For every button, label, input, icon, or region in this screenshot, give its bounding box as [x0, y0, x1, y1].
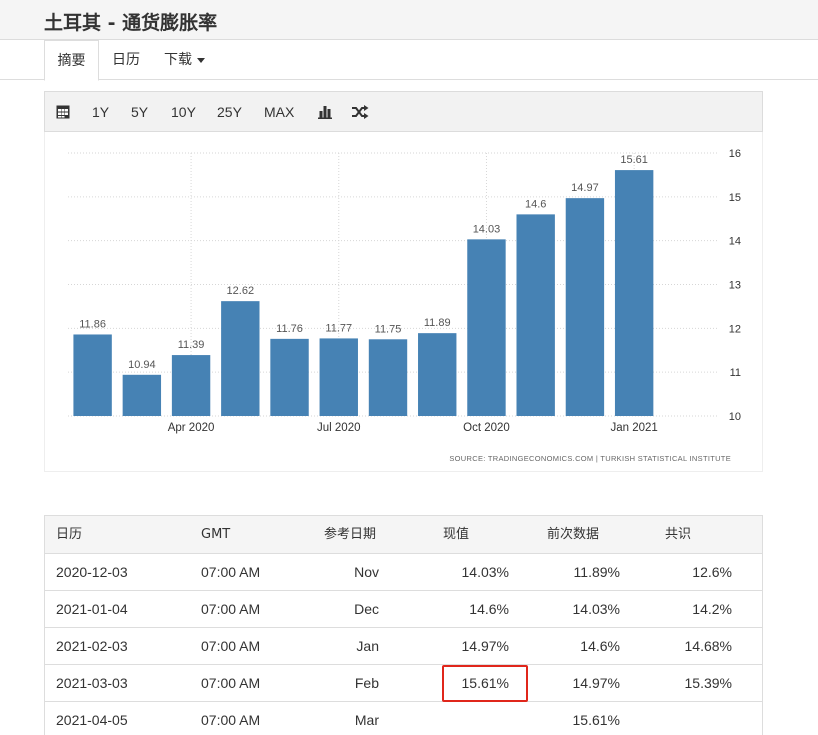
table-row: 2021-01-04 07:00 AM Dec 14.6% 14.03% 14.… [45, 591, 762, 628]
bar [270, 338, 309, 416]
cell-reference: Dec [354, 601, 379, 617]
tab-calendar[interactable]: 日历 [112, 40, 140, 80]
x-tick-label: Jul 2020 [317, 422, 360, 434]
cell-gmt: 07:00 AM [201, 564, 261, 580]
bar [319, 338, 358, 416]
bar [614, 170, 654, 416]
header-gmt[interactable]: GMT [201, 516, 230, 553]
y-tick-label: 12 [729, 323, 741, 335]
bar-value-label: 11.76 [276, 323, 303, 335]
cell-consensus: 15.39% [684, 675, 732, 691]
bar-value-label: 14.6 [525, 198, 546, 210]
table-row: 2021-02-03 07:00 AM Jan 14.97% 14.6% 14.… [45, 628, 762, 665]
header-actual[interactable]: 现值 [443, 516, 469, 553]
tab-summary[interactable]: 摘要 [44, 40, 99, 81]
bar [73, 334, 112, 416]
bar [171, 355, 211, 416]
y-tick-label: 11 [730, 367, 741, 379]
cell-consensus: 14.68% [684, 638, 732, 654]
x-tick-label: Apr 2020 [168, 422, 215, 434]
shuffle-icon[interactable] [352, 105, 369, 119]
chart-area: 10 11 12 13 14 15 16 Apr 2020 Jul 2020 Oct 2020 Ja… [44, 132, 763, 472]
bar-value-label: 11.89 [424, 317, 451, 329]
bar-value-label: 15.61 [620, 154, 648, 166]
cell-previous: 14.03% [572, 601, 620, 617]
range-1y-button[interactable]: 1Y [92, 92, 109, 132]
bar [368, 339, 408, 416]
y-tick-label: 10 [729, 411, 741, 423]
cell-date: 2020-12-03 [56, 564, 128, 580]
header-previous[interactable]: 前次数据 [547, 516, 599, 553]
y-tick-label: 13 [729, 280, 741, 292]
cell-date: 2021-01-04 [56, 601, 128, 617]
header-bar: 土耳其 - 通货膨胀率 [0, 0, 818, 40]
cell-actual: 14.03% [461, 564, 509, 580]
chart-source: SOURCE: TRADINGECONOMICS.COM | TURKISH S… [449, 454, 731, 463]
cell-previous: 14.97% [572, 675, 620, 691]
bar-value-label: 11.39 [178, 339, 205, 351]
bar [122, 374, 162, 416]
bar-value-label: 11.75 [375, 323, 402, 335]
bar-value-label: 10.94 [128, 359, 156, 371]
chart-toolbar: 1Y 5Y 10Y 25Y MAX [44, 91, 763, 132]
table-row: 2021-04-05 07:00 AM Mar 15.61% [45, 702, 762, 735]
cell-reference: Feb [354, 675, 379, 691]
bar-value-label: 14.03 [473, 223, 501, 235]
cell-actual: 15.61% [461, 675, 509, 691]
cell-previous: 11.89% [573, 564, 620, 580]
bar-value-label: 11.77 [325, 322, 352, 334]
cell-consensus: 14.2% [692, 601, 732, 617]
header-consensus[interactable]: 共识 [665, 516, 691, 553]
bar-chart-icon[interactable] [318, 105, 332, 119]
cell-gmt: 07:00 AM [201, 601, 261, 617]
bar-value-label: 11.86 [79, 318, 106, 330]
range-10y-button[interactable]: 10Y [171, 92, 196, 132]
cell-date: 2021-04-05 [56, 712, 128, 728]
y-tick-label: 14 [729, 236, 741, 248]
cell-date: 2021-03-03 [56, 675, 128, 691]
y-tick-label: 15 [729, 192, 741, 204]
range-max-button[interactable]: MAX [264, 92, 294, 132]
bar [418, 333, 457, 416]
cell-actual: 14.97% [461, 638, 509, 654]
x-tick-label: Jan 2021 [610, 422, 657, 434]
table-row: 2021-03-03 07:00 AM Feb 15.61% 14.97% 15… [45, 665, 762, 702]
cell-previous: 15.61% [572, 712, 620, 728]
x-tick-label: Oct 2020 [463, 422, 510, 434]
cell-gmt: 07:00 AM [201, 675, 261, 691]
cell-reference: Nov [354, 564, 379, 580]
tab-download-label: 下载 [164, 52, 192, 68]
inflation-bar-chart: 10 11 12 13 14 15 16 Apr 2020 Jul 2020 Oct 2020 Ja… [68, 148, 741, 463]
tab-bar: 摘要 日历 下载 [0, 40, 818, 81]
y-tick-label: 16 [729, 148, 741, 160]
cell-consensus: 12.6% [692, 564, 732, 580]
bar [467, 239, 506, 416]
cell-gmt: 07:00 AM [201, 638, 261, 654]
cell-gmt: 07:00 AM [201, 712, 261, 728]
cell-actual: 14.6% [469, 601, 509, 617]
bar-value-label: 14.97 [571, 182, 599, 194]
cell-reference: Mar [354, 712, 379, 728]
bar-value-label: 12.62 [227, 285, 255, 297]
table-header-row: 日历 GMT 参考日期 现值 前次数据 共识 [45, 516, 762, 554]
range-5y-button[interactable]: 5Y [131, 92, 148, 132]
calendar-icon[interactable] [56, 104, 70, 120]
table-row: 2020-12-03 07:00 AM Nov 14.03% 11.89% 12… [45, 554, 762, 591]
header-reference[interactable]: 参考日期 [324, 516, 376, 553]
header-calendar[interactable]: 日历 [56, 516, 82, 553]
tab-download[interactable]: 下载 [164, 40, 205, 80]
range-25y-button[interactable]: 25Y [217, 92, 242, 132]
cell-reference: Jan [356, 638, 379, 654]
chevron-down-icon [197, 57, 205, 63]
page-title: 土耳其 - 通货膨胀率 [44, 12, 218, 34]
cell-date: 2021-02-03 [56, 638, 128, 654]
cell-previous: 14.6% [580, 638, 620, 654]
bar [565, 198, 605, 416]
bar [221, 301, 260, 416]
calendar-table: 日历 GMT 参考日期 现值 前次数据 共识 2020-12-03 07:00 … [44, 515, 763, 735]
bar [516, 214, 555, 416]
